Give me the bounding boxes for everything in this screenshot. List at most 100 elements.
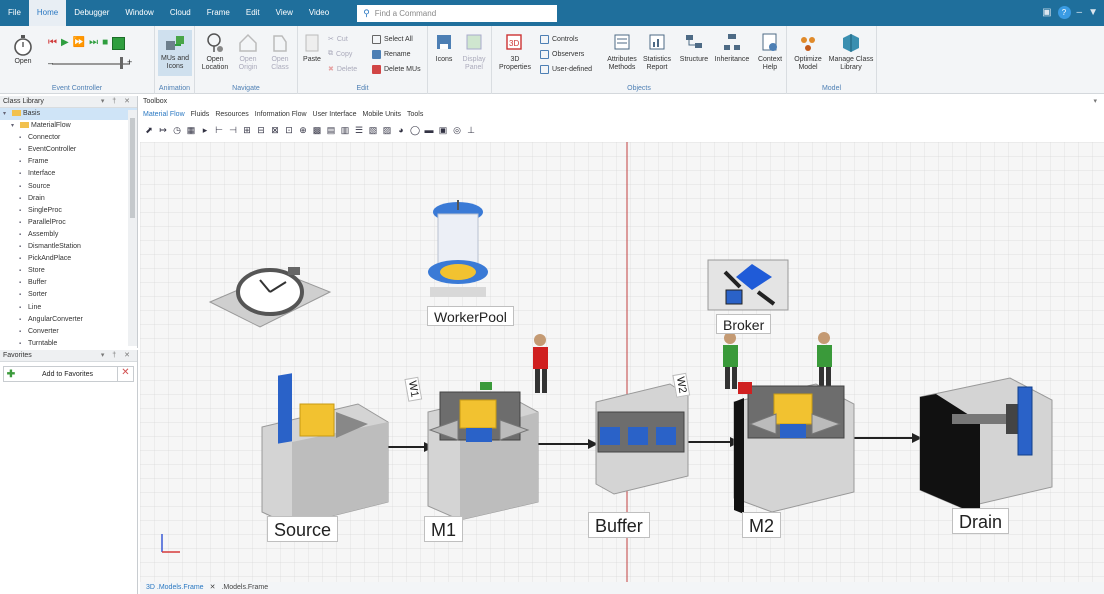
workerpool-label[interactable]: WorkerPool	[427, 306, 514, 326]
menu-file[interactable]: File	[0, 0, 29, 26]
delete-button[interactable]: ✖ Delete	[328, 65, 357, 74]
attributes-methods-button[interactable]: Attributes Methods	[604, 32, 640, 72]
open-class-button[interactable]: Open Class	[265, 32, 295, 72]
speed-slider-thumb[interactable]	[120, 57, 123, 69]
assembly-icon[interactable]: ⊠	[269, 124, 281, 136]
tab-3d-models-frame[interactable]: 3D .Models.Frame	[146, 582, 204, 594]
class-tree-item[interactable]: ▪ PickAndPlace	[0, 253, 137, 265]
m1-object[interactable]	[427, 382, 539, 521]
speed-slider[interactable]	[52, 63, 130, 65]
help-icon[interactable]: ?	[1057, 6, 1071, 19]
class-tree-item[interactable]: ▪ Connector	[0, 132, 137, 144]
converter-icon[interactable]: ▨	[381, 124, 393, 136]
class-tree-item[interactable]: ▪ Converter	[0, 326, 137, 338]
menu-home[interactable]: Home	[28, 0, 67, 26]
m2-object[interactable]	[733, 382, 855, 514]
broker-label[interactable]: Broker	[716, 314, 772, 334]
icons-button[interactable]: Icons	[430, 32, 458, 64]
source-label[interactable]: Source	[267, 516, 339, 542]
reset-icon[interactable]: ⏮	[48, 37, 57, 50]
mus-and-icons-button[interactable]: MUs and Icons	[158, 30, 192, 76]
transporter-icon[interactable]: ◎	[451, 124, 463, 136]
line-icon[interactable]: ☰	[353, 124, 365, 136]
sorter-icon[interactable]: ▥	[339, 124, 351, 136]
optimize-model-button[interactable]: Optimize Model	[789, 32, 827, 72]
3d-properties-button[interactable]: 3D 3D Properties	[496, 32, 534, 72]
pointer-icon[interactable]: ⬈	[143, 124, 155, 136]
structure-button[interactable]: Structure	[676, 32, 712, 64]
tab-material-flow[interactable]: Material Flow	[143, 111, 185, 118]
menu-cloud[interactable]: Cloud	[162, 0, 199, 26]
class-tree-item[interactable]: ▪ Store	[0, 265, 137, 277]
tab-information-flow[interactable]: Information Flow	[255, 111, 307, 118]
drain-label[interactable]: Drain	[952, 508, 1010, 534]
tab-models-frame[interactable]: .Models.Frame	[221, 582, 268, 594]
rename-button[interactable]: Rename	[372, 50, 410, 59]
open-button[interactable]: Open	[8, 34, 38, 66]
user-defined-button[interactable]: User-defined	[540, 65, 592, 74]
panel-controls-icon[interactable]: ▾ † ✕	[101, 96, 133, 108]
turnplate-icon[interactable]: ◯	[409, 124, 421, 136]
menu-video[interactable]: Video	[301, 0, 337, 26]
class-tree-item[interactable]: ▪ Turntable	[0, 338, 137, 350]
menu-frame[interactable]: Frame	[199, 0, 238, 26]
m1-label[interactable]: M1	[424, 516, 464, 542]
source-icon[interactable]: ⊢	[213, 124, 225, 136]
faster-icon[interactable]: +	[127, 57, 132, 67]
single-proc-icon[interactable]: ⊞	[241, 124, 253, 136]
pick-and-place-icon[interactable]: ⊕	[297, 124, 309, 136]
class-tree-item[interactable]: ▪ Line	[0, 302, 137, 314]
tab-mobile-units[interactable]: Mobile Units	[363, 111, 402, 118]
delete-mus-button[interactable]: Delete MUs	[372, 65, 421, 74]
broker-object[interactable]	[707, 259, 789, 311]
expand-icon[interactable]: ▾	[3, 108, 12, 120]
manage-class-library-button[interactable]: Manage Class Library	[827, 32, 875, 72]
class-tree-item[interactable]: ▪ Sorter	[0, 289, 137, 301]
drain-icon[interactable]: ⊣	[227, 124, 239, 136]
open-location-button[interactable]: Open Location	[199, 32, 231, 72]
observers-button[interactable]: Observers	[540, 50, 584, 59]
tab-fluids[interactable]: Fluids	[191, 111, 210, 118]
buffer-icon[interactable]: ▤	[325, 124, 337, 136]
play-icon[interactable]: ▶	[61, 37, 69, 50]
class-library-scrollbar[interactable]	[128, 110, 137, 346]
event-controller-icon[interactable]: ◷	[171, 124, 183, 136]
class-tree-item[interactable]: ▪ Drain	[0, 193, 137, 205]
interface-icon[interactable]: ▸	[199, 124, 211, 136]
3d-model-canvas[interactable]: Source M1 Buffer M2 Drain WorkerPool Bro…	[140, 142, 1104, 582]
class-tree-item[interactable]: ▪ Frame	[0, 156, 137, 168]
connector-icon[interactable]: ↦	[157, 124, 169, 136]
menu-edit[interactable]: Edit	[238, 0, 268, 26]
class-tree-item[interactable]: ▾ MaterialFlow	[0, 120, 137, 132]
class-tree-item[interactable]: ▪ EventController	[0, 144, 137, 156]
menu-debugger[interactable]: Debugger	[66, 0, 117, 26]
realtime-icon[interactable]	[112, 37, 126, 50]
tab-user-interface[interactable]: User Interface	[313, 111, 357, 118]
menu-view[interactable]: View	[268, 0, 301, 26]
m2-label[interactable]: M2	[742, 512, 782, 538]
class-tree-item[interactable]: ▪ Assembly	[0, 229, 137, 241]
remove-favorite-icon[interactable]: ✕	[117, 367, 133, 381]
statistics-report-button[interactable]: Statistics Report	[640, 32, 674, 72]
buffer-object[interactable]	[595, 383, 689, 495]
close-tab-icon[interactable]: ✕	[210, 582, 216, 594]
turntable-icon[interactable]: ◕	[395, 124, 407, 136]
drain-object[interactable]	[919, 377, 1053, 509]
frame-icon[interactable]: ▦	[185, 124, 197, 136]
slower-icon[interactable]: –	[48, 58, 53, 68]
class-tree-item[interactable]: ▪ ParallelProc	[0, 217, 137, 229]
angular-converter-icon[interactable]: ▧	[367, 124, 379, 136]
stop-icon[interactable]: ■	[102, 37, 108, 50]
command-search-box[interactable]: ⚲ Find a Command	[357, 4, 558, 22]
paste-button[interactable]: Paste	[300, 32, 324, 64]
class-tree-item[interactable]: ▪ SingleProc	[0, 205, 137, 217]
scrollbar-thumb[interactable]	[130, 118, 135, 218]
buffer-label[interactable]: Buffer	[588, 512, 650, 538]
open-origin-button[interactable]: Open Origin	[233, 32, 263, 72]
select-all-button[interactable]: Select All	[372, 35, 413, 44]
class-tree-item[interactable]: ▪ AngularConverter	[0, 314, 137, 326]
parallel-proc-icon[interactable]: ⊟	[255, 124, 267, 136]
add-to-favorites-button[interactable]: ✚ Add to Favorites ✕	[3, 366, 134, 382]
display-panel-button[interactable]: Display Panel	[458, 32, 490, 72]
hierarchy-icon[interactable]: ⊥	[465, 124, 477, 136]
